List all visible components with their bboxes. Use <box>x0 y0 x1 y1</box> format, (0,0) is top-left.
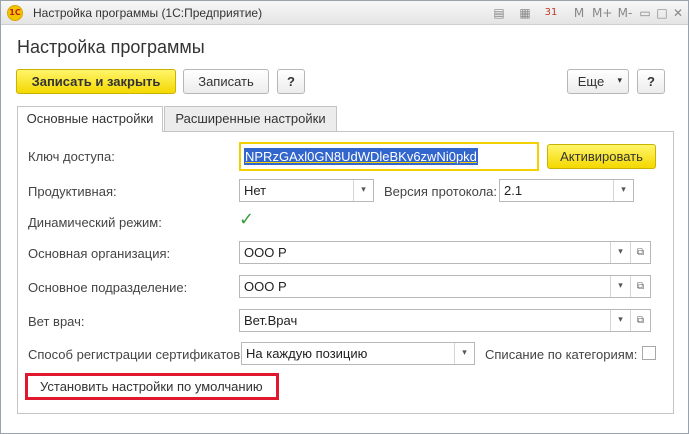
tab-advanced-settings[interactable]: Расширенные настройки <box>164 106 337 132</box>
open-form-icon[interactable]: ⧉ <box>630 242 650 263</box>
activate-button[interactable]: Активировать <box>547 144 656 169</box>
chevron-down-icon[interactable]: ▾ <box>613 180 633 201</box>
app-logo-icon: 1С <box>7 5 23 21</box>
cert-method-select[interactable]: На каждую позицию ▾ <box>241 342 475 365</box>
protocol-version-select[interactable]: 2.1 ▾ <box>499 179 634 202</box>
protocol-version-label: Версия протокола: <box>384 184 498 199</box>
division-value: ООО Р <box>244 279 287 294</box>
chevron-down-icon[interactable]: ▾ <box>610 276 630 297</box>
calendar-icon[interactable]: ▤ <box>491 5 507 21</box>
help-button-right[interactable]: ? <box>637 69 665 94</box>
writeoff-categories-checkbox[interactable] <box>642 346 656 360</box>
division-field[interactable]: ООО Р ▾ ⧉ <box>239 275 651 298</box>
productive-select[interactable]: Нет ▾ <box>239 179 374 202</box>
settings-window: 1С Настройка программы (1С:Предприятие) … <box>0 0 689 434</box>
page-title: Настройка программы <box>17 37 205 57</box>
chevron-down-icon[interactable]: ▾ <box>353 180 373 201</box>
close-icon[interactable]: ✕ <box>671 5 685 21</box>
document-icon[interactable]: ▦ <box>517 5 533 21</box>
window-title: Настройка программы (1С:Предприятие) <box>33 6 263 20</box>
tab-main-settings[interactable]: Основные настройки <box>17 106 163 132</box>
save-and-close-button[interactable]: Записать и закрыть <box>16 69 176 94</box>
minimize-icon[interactable]: ▭ <box>638 5 652 21</box>
organization-value: ООО Р <box>244 245 287 260</box>
open-form-icon[interactable]: ⧉ <box>630 310 650 331</box>
protocol-version-value: 2.1 <box>504 183 523 198</box>
chevron-down-icon[interactable]: ▾ <box>610 310 630 331</box>
title-bar: 1С Настройка программы (1С:Предприятие) … <box>1 1 688 25</box>
access-key-input[interactable]: NPRzGAxl0GN8UdWDleBKv6zwNi0pkd <box>239 142 539 171</box>
more-button-label: Еще <box>577 74 605 89</box>
calendar-31-icon[interactable]: 31 <box>542 5 560 21</box>
writeoff-categories-label: Списание по категориям: <box>485 347 638 362</box>
open-form-icon[interactable]: ⧉ <box>630 276 650 297</box>
save-button[interactable]: Записать <box>183 69 269 94</box>
chevron-down-icon: ▾ <box>617 76 622 86</box>
cert-method-label: Способ регистрации сертификатов: <box>28 347 244 362</box>
vet-field[interactable]: Вет.Врач ▾ ⧉ <box>239 309 651 332</box>
organization-field[interactable]: ООО Р ▾ ⧉ <box>239 241 651 264</box>
productive-value: Нет <box>244 183 267 198</box>
set-default-settings-button[interactable]: Установить настройки по умолчанию <box>25 373 279 400</box>
chevron-down-icon[interactable]: ▾ <box>610 242 630 263</box>
memory-mminus-icon[interactable]: M- <box>615 5 635 21</box>
help-button[interactable]: ? <box>277 69 305 94</box>
access-key-label: Ключ доступа: <box>28 149 115 164</box>
vet-label: Вет врач: <box>28 314 85 329</box>
division-label: Основное подразделение: <box>28 280 188 295</box>
settings-panel <box>17 131 674 414</box>
productive-label: Продуктивная: <box>28 184 117 199</box>
cert-method-value: На каждую позицию <box>246 346 368 361</box>
dynamic-mode-checkbox[interactable]: ✓ <box>239 211 254 229</box>
dynamic-mode-label: Динамический режим: <box>28 215 162 230</box>
restore-icon[interactable]: □ <box>655 5 669 21</box>
vet-value: Вет.Врач <box>244 313 298 328</box>
organization-label: Основная организация: <box>28 246 171 261</box>
memory-m-icon[interactable]: M <box>572 5 586 21</box>
memory-mplus-icon[interactable]: M+ <box>592 5 612 21</box>
more-button[interactable]: Еще ▾ <box>567 69 629 94</box>
access-key-value: NPRzGAxl0GN8UdWDleBKv6zwNi0pkd <box>244 148 478 165</box>
chevron-down-icon[interactable]: ▾ <box>454 343 474 364</box>
